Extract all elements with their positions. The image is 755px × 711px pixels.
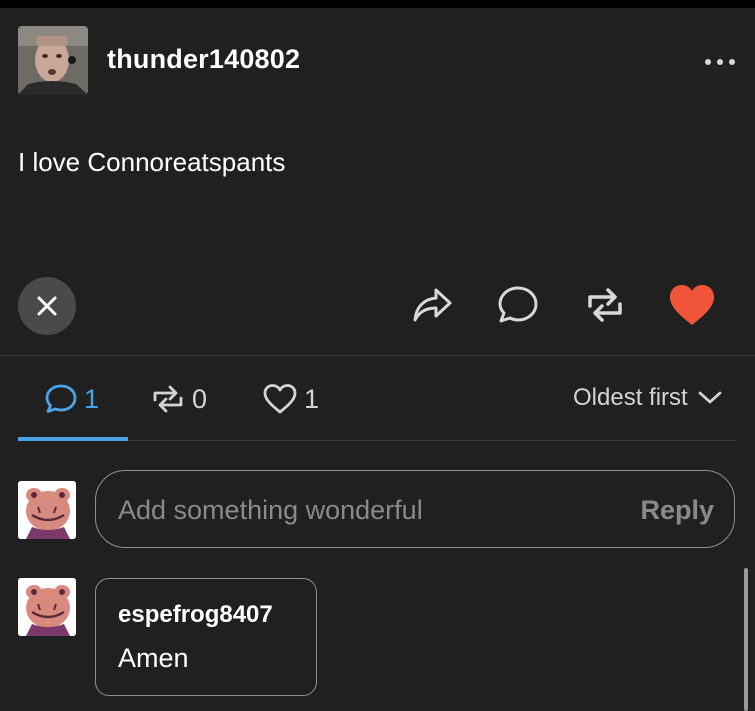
close-icon bbox=[37, 296, 57, 316]
sort-dropdown[interactable]: Oldest first bbox=[573, 384, 722, 412]
divider bbox=[128, 440, 737, 441]
reblog-icon bbox=[588, 288, 622, 322]
comment-avatar[interactable] bbox=[18, 578, 76, 636]
reply-input[interactable] bbox=[116, 471, 600, 549]
comment-icon bbox=[45, 384, 77, 413]
heart-icon bbox=[263, 384, 297, 414]
active-tab-indicator bbox=[18, 437, 128, 441]
more-dots-icon bbox=[705, 59, 711, 65]
tab-likes[interactable]: 1 bbox=[262, 380, 319, 418]
tab-replies[interactable]: 1 bbox=[44, 380, 99, 418]
comment-bubble: espefrog8407 Amen bbox=[95, 578, 317, 696]
author-avatar[interactable] bbox=[18, 26, 88, 95]
comment-icon bbox=[498, 286, 538, 323]
heart-filled-icon bbox=[670, 285, 714, 325]
reply-box: Reply bbox=[95, 470, 735, 549]
reblogs-count: 0 bbox=[192, 383, 208, 414]
sort-label: Oldest first bbox=[573, 384, 688, 411]
author-username[interactable]: thunder140802 bbox=[107, 44, 300, 75]
divider bbox=[0, 355, 755, 356]
status-bar bbox=[0, 0, 755, 8]
share-icon bbox=[413, 288, 452, 322]
scrollbar[interactable] bbox=[744, 568, 748, 711]
current-user-avatar bbox=[18, 481, 76, 539]
like-button[interactable] bbox=[667, 282, 717, 328]
comment-button[interactable] bbox=[493, 282, 543, 328]
close-button[interactable] bbox=[18, 277, 76, 335]
replies-count: 1 bbox=[84, 383, 100, 414]
comment-text: Amen bbox=[118, 643, 189, 673]
reblog-button[interactable] bbox=[580, 282, 630, 328]
chevron-down-icon bbox=[698, 391, 722, 404]
tab-reblogs[interactable]: 0 bbox=[150, 380, 207, 418]
post-text: I love Connoreatspants bbox=[18, 147, 286, 177]
reply-button[interactable]: Reply bbox=[640, 495, 714, 526]
more-options-button[interactable] bbox=[700, 52, 740, 72]
likes-count: 1 bbox=[304, 383, 320, 414]
reblog-icon bbox=[153, 385, 183, 413]
share-button[interactable] bbox=[407, 282, 457, 328]
comment-author[interactable]: espefrog8407 bbox=[118, 601, 273, 629]
